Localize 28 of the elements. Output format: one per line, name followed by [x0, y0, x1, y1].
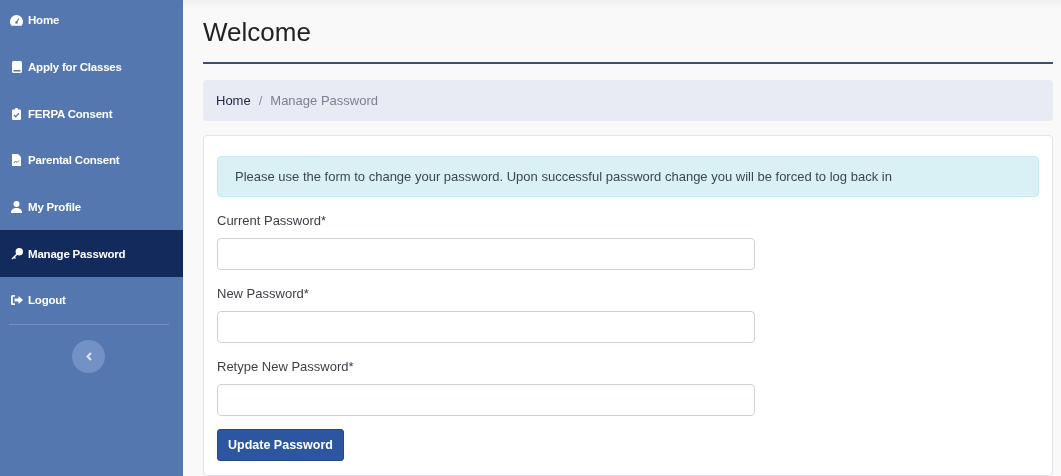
file-icon: [12, 154, 21, 167]
logout-icon: [10, 295, 23, 306]
sidebar-item[interactable]: Parental Consent: [0, 137, 183, 184]
update-password-button[interactable]: Update Password: [217, 429, 344, 461]
field-label: New Password*: [217, 286, 310, 301]
info-alert: Please use the form to change your password. Upon successful password change you will be forced to log back in: [217, 156, 1039, 197]
dashboard-icon: [10, 14, 23, 26]
user-icon: [11, 201, 22, 214]
breadcrumb-current: Manage Password: [270, 93, 378, 108]
sidebar-item[interactable]: Home: [0, 0, 183, 44]
password-field[interactable]: [217, 384, 755, 416]
breadcrumb-separator: /: [258, 93, 263, 108]
breadcrumb-link[interactable]: Home: [216, 93, 251, 108]
sidebar-item[interactable]: Manage Password: [0, 230, 183, 278]
book-icon: [11, 61, 22, 74]
sidebar-item[interactable]: My Profile: [0, 183, 183, 231]
collapse-button[interactable]: [72, 339, 105, 373]
clipboard-check-icon: [12, 107, 21, 120]
sidebar-item[interactable]: Apply for Classes: [0, 43, 183, 91]
key-icon: [10, 247, 23, 260]
sidebar-item[interactable]: Logout: [0, 277, 183, 324]
field-label: Current Password*: [217, 213, 328, 228]
password-field[interactable]: [217, 311, 755, 343]
password-field[interactable]: [217, 238, 755, 270]
chevron-left-icon: [85, 351, 92, 361]
page-title: Welcome: [203, 0, 1053, 64]
sidebar-item[interactable]: FERPA Consent: [0, 90, 183, 138]
field-label: Retype New Password*: [217, 359, 355, 374]
